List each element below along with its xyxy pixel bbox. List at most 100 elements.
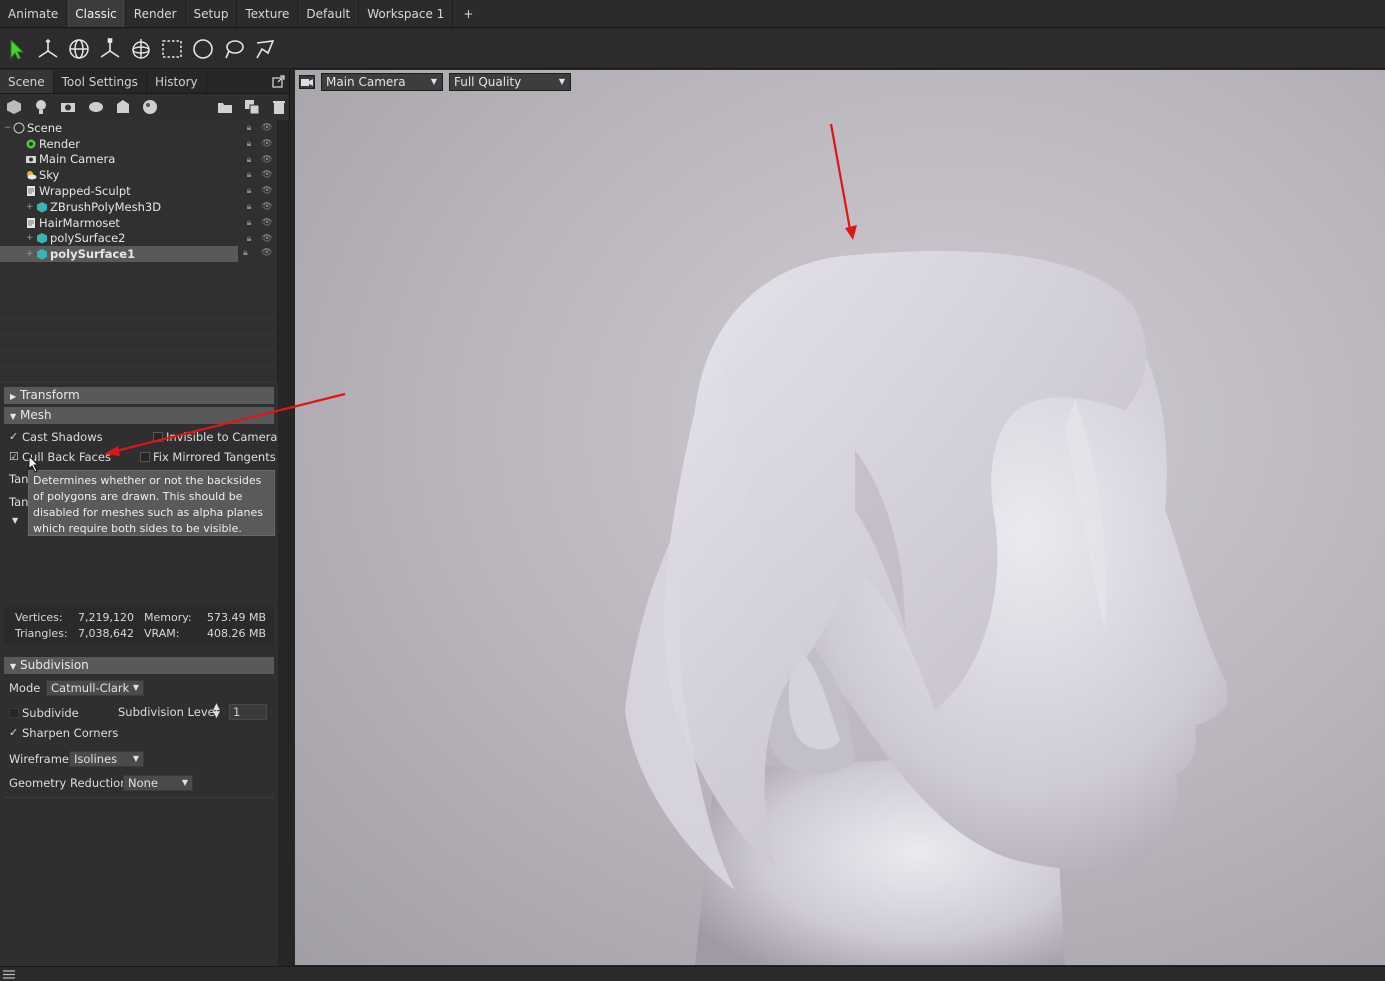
cast-shadows-checkbox[interactable]: ✓ xyxy=(9,431,20,442)
camera-dropdown[interactable]: Main Camera ▼ xyxy=(321,73,443,91)
tangent-label: Tan xyxy=(9,472,29,486)
panel-tab-bar: Scene Tool Settings History xyxy=(0,70,289,94)
visibility-icon[interactable]: 👁︎ xyxy=(261,138,273,150)
lock-icon[interactable]: 🔒︎ xyxy=(243,138,255,150)
triangles-value: 7,038,642 xyxy=(78,627,134,640)
geometry-reduction-label: Geometry Reduction xyxy=(9,776,128,790)
tree-item-wrapped-sculpt[interactable]: Wrapped-Sculpt 🔒︎ 👁︎ xyxy=(0,183,277,199)
wireframe-dropdown[interactable]: Isolines ▼ xyxy=(69,751,144,767)
lock-icon[interactable]: 🔒︎ xyxy=(243,185,255,197)
lock-icon[interactable]: 🔒︎ xyxy=(243,233,255,245)
tab-classic[interactable]: Classic xyxy=(67,0,126,27)
tab-history[interactable]: History xyxy=(147,70,207,93)
add-camera-icon[interactable] xyxy=(59,98,78,116)
tab-default[interactable]: Default xyxy=(298,0,360,27)
cast-shadows-label: Cast Shadows xyxy=(22,430,103,444)
tree-item-scene[interactable]: − Scene 🔒︎ 👁︎ xyxy=(0,120,277,136)
tab-texture[interactable]: Texture xyxy=(237,0,299,27)
cull-back-faces-tooltip: Determines whether or not the backsides … xyxy=(28,470,275,536)
sharpen-corners-label: Sharpen Corners xyxy=(22,726,119,740)
lock-icon[interactable]: 🔒︎ xyxy=(243,169,255,181)
rendered-head-model xyxy=(625,123,1228,965)
visibility-icon[interactable]: 👁︎ xyxy=(261,154,273,166)
lock-icon[interactable]: 🔒︎ xyxy=(243,217,255,229)
tree-item-sky[interactable]: Sky 🔒︎ 👁︎ xyxy=(0,167,277,183)
tree-item-hair-marmoset[interactable]: HairMarmoset 🔒︎ 👁︎ xyxy=(0,215,277,231)
polygon-select-icon[interactable] xyxy=(252,35,278,63)
visibility-icon[interactable]: 👁︎ xyxy=(261,248,273,260)
tangent-label-2: Tan xyxy=(9,495,29,509)
camera-icon xyxy=(24,153,37,166)
annotation-arrow-icon xyxy=(104,392,346,456)
visibility-icon[interactable]: 👁︎ xyxy=(261,233,273,245)
folder-icon[interactable] xyxy=(215,98,234,116)
render-gear-icon xyxy=(24,137,37,150)
tab-animate[interactable]: Animate xyxy=(0,0,68,27)
workspace-tab-bar: Animate Classic Render Setup Texture Def… xyxy=(0,0,1385,28)
level-stepper-icon[interactable]: ▲ ▼ xyxy=(213,703,220,720)
add-shadow-catcher-icon[interactable] xyxy=(113,98,132,116)
visibility-icon[interactable]: 👁︎ xyxy=(261,217,273,229)
subdivide-checkbox[interactable] xyxy=(9,708,19,718)
add-object-icon[interactable] xyxy=(4,98,23,116)
tree-item-zbrush-polymesh[interactable]: + ZBrushPolyMesh3D 🔒︎ 👁︎ xyxy=(0,199,277,215)
viewport-toolbar: Main Camera ▼ Full Quality ▼ xyxy=(295,70,571,94)
trash-icon[interactable] xyxy=(270,98,289,116)
popout-icon[interactable] xyxy=(267,70,289,93)
properties-scrollbar[interactable] xyxy=(278,383,290,966)
sharpen-corners-checkbox[interactable]: ✓ xyxy=(9,727,20,738)
mouse-cursor-icon xyxy=(28,455,40,473)
tree-item-main-camera[interactable]: Main Camera 🔒︎ 👁︎ xyxy=(0,152,277,168)
cull-back-faces-checkbox[interactable]: ☑ xyxy=(9,451,20,462)
visibility-icon[interactable]: 👁︎ xyxy=(261,122,273,134)
lock-icon[interactable]: 🔒︎ xyxy=(243,154,255,166)
model-icon xyxy=(24,216,37,229)
tree-item-polysurface2[interactable]: + polySurface2 🔒︎ 👁︎ xyxy=(0,231,277,247)
viewport-camera-icon[interactable] xyxy=(299,75,315,89)
tab-tool-settings[interactable]: Tool Settings xyxy=(54,70,147,93)
model-icon xyxy=(24,185,37,198)
visibility-icon[interactable]: 👁︎ xyxy=(261,169,273,181)
memory-value: 573.49 MB xyxy=(207,611,267,624)
tree-item-render[interactable]: Render 🔒︎ 👁︎ xyxy=(0,136,277,152)
add-material-icon[interactable] xyxy=(141,98,160,116)
mode-dropdown[interactable]: Catmull-Clark ▼ xyxy=(46,680,144,696)
scale-axes-icon[interactable] xyxy=(97,35,123,63)
tree-item-polysurface1[interactable]: + polySurface1 xyxy=(0,246,238,263)
lock-icon[interactable]: 🔒︎ xyxy=(243,201,255,213)
3d-viewport[interactable]: Main Camera ▼ Full Quality ▼ xyxy=(295,70,1385,965)
add-fog-icon[interactable] xyxy=(86,98,105,116)
mode-label: Mode xyxy=(9,681,41,695)
sphere-gizmo-icon[interactable] xyxy=(128,35,154,63)
visibility-icon[interactable]: 👁︎ xyxy=(261,201,273,213)
lasso-select-icon[interactable] xyxy=(221,35,247,63)
stats-collapse-triangle[interactable]: ▼ xyxy=(12,516,18,525)
add-light-icon[interactable] xyxy=(31,98,50,116)
lock-icon[interactable]: 🔒︎ xyxy=(243,248,255,260)
geometry-reduction-dropdown[interactable]: None ▼ xyxy=(123,775,193,791)
add-workspace-button[interactable]: + xyxy=(453,0,483,27)
subdivision-level-input[interactable]: 1 xyxy=(229,704,267,720)
vertices-value: 7,219,120 xyxy=(78,611,134,624)
tab-workspace-1[interactable]: Workspace 1 xyxy=(359,0,454,27)
tab-setup[interactable]: Setup xyxy=(186,0,238,27)
mesh-icon xyxy=(35,200,48,213)
duplicate-icon[interactable] xyxy=(242,98,261,116)
mesh-icon xyxy=(35,232,48,245)
vram-value: 408.26 MB xyxy=(207,627,267,640)
subdivide-label: Subdivide xyxy=(22,706,79,720)
rotate-sphere-icon[interactable] xyxy=(66,35,92,63)
transform-axes-icon[interactable] xyxy=(35,35,61,63)
select-arrow-icon[interactable] xyxy=(4,35,30,63)
tab-render[interactable]: Render xyxy=(126,0,186,27)
tab-scene[interactable]: Scene xyxy=(0,70,54,93)
menu-icon[interactable] xyxy=(3,970,15,979)
rect-select-icon[interactable] xyxy=(159,35,185,63)
quality-dropdown[interactable]: Full Quality ▼ xyxy=(449,73,571,91)
lock-icon[interactable]: 🔒︎ xyxy=(243,122,255,134)
visibility-icon[interactable]: 👁︎ xyxy=(261,185,273,197)
mesh-stats: Vertices: 7,219,120 Memory: 573.49 MB Tr… xyxy=(4,607,274,645)
section-subdivision[interactable]: ▼ Subdivision xyxy=(4,657,274,674)
wireframe-label: Wireframe xyxy=(9,752,69,766)
circle-select-icon[interactable] xyxy=(190,35,216,63)
